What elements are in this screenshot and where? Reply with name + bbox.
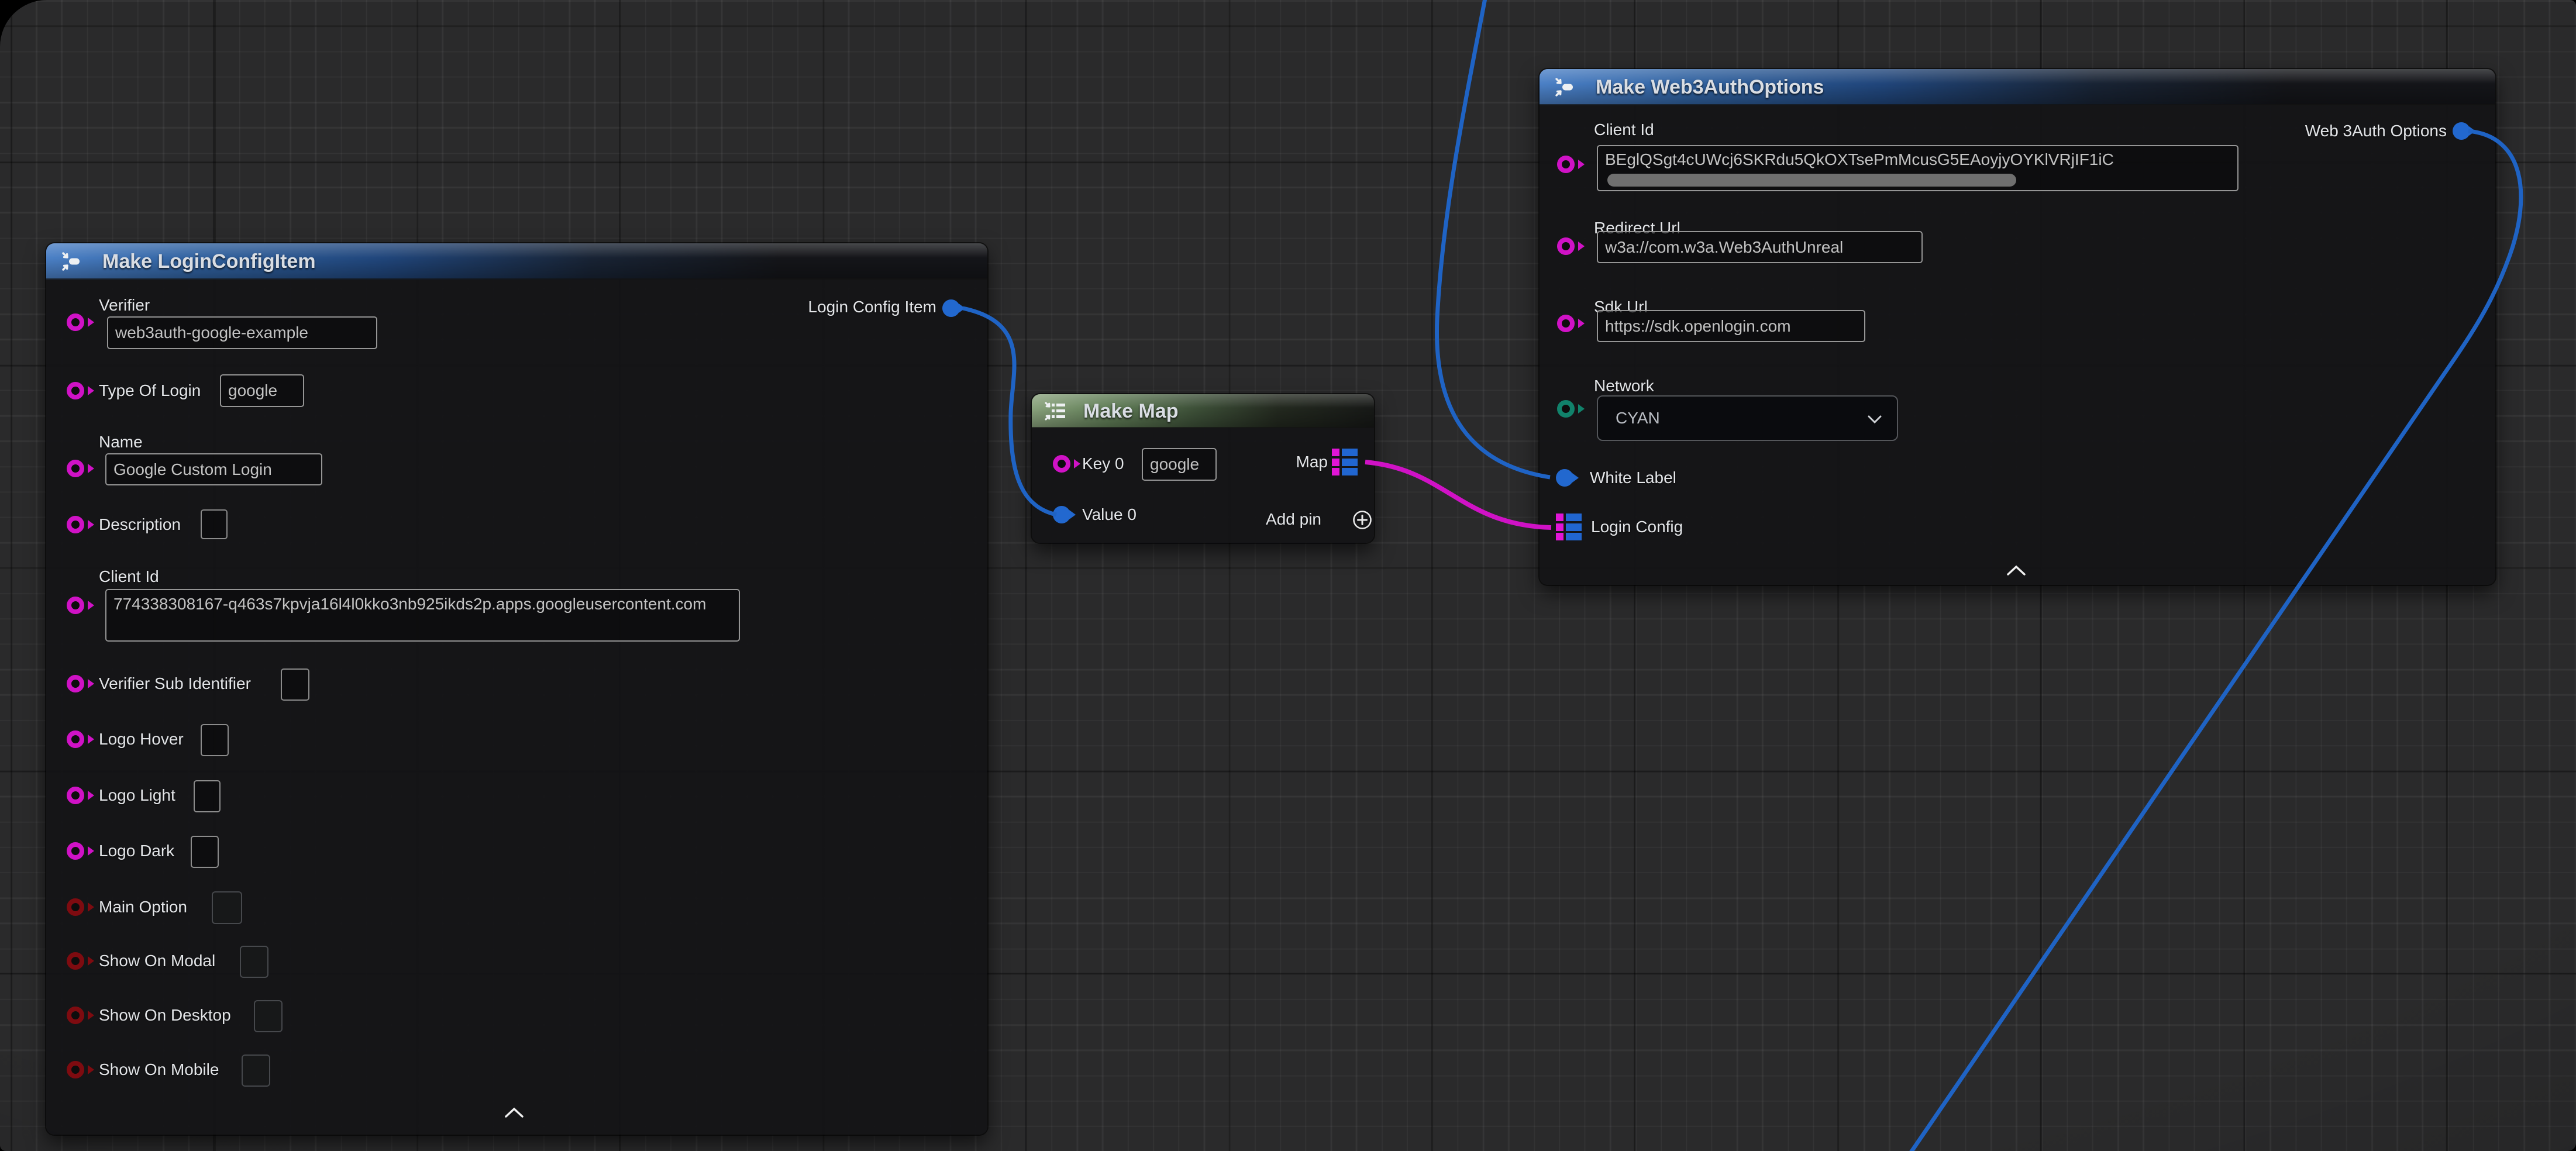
type-of-login-input[interactable]: google (220, 374, 304, 407)
type-of-login-value: google (228, 381, 277, 400)
client-id-value: BEglQSgt4cUWcj6SKRdu5QkOXTsePmMcusG5EAoy… (1605, 146, 2114, 173)
pin-label-main-option: Main Option (99, 897, 187, 917)
pin-logo-dark[interactable] (67, 842, 84, 860)
node-make-login-config-item: Make LoginConfigItem Login Config Item V… (46, 243, 987, 1135)
node-header[interactable]: Make Web3AuthOptions (1540, 69, 2495, 105)
pin-label-client-id: Client Id (1594, 120, 1654, 140)
node-title: Make Map (1083, 400, 1179, 423)
name-input[interactable]: Google Custom Login (105, 453, 322, 485)
node-header[interactable]: Make Map (1032, 394, 1374, 428)
blueprint-editor: Make LoginConfigItem Login Config Item V… (0, 0, 2576, 1151)
logo-dark-input[interactable] (191, 836, 219, 868)
node-header[interactable]: Make LoginConfigItem (46, 243, 987, 280)
pin-show-on-modal[interactable] (67, 952, 84, 970)
pin-label-logo-dark: Logo Dark (99, 841, 174, 861)
logo-hover-input[interactable] (201, 724, 229, 756)
node-make-map: Make Map Key 0 google Map Value 0 Add pi… (1032, 394, 1374, 543)
pin-white-label[interactable] (1556, 469, 1573, 487)
node-title: Make Web3AuthOptions (1596, 76, 1824, 99)
pin-label-logo-hover: Logo Hover (99, 729, 184, 749)
verifier-sub-identifier-input[interactable] (281, 668, 309, 701)
pin-client-id[interactable] (1557, 156, 1575, 173)
verifier-value: web3auth-google-example (115, 323, 308, 342)
client-id-input[interactable]: BEglQSgt4cUWcj6SKRdu5QkOXTsePmMcusG5EAoy… (1597, 145, 2238, 191)
redirect-url-input[interactable]: w3a://com.w3a.Web3AuthUnreal (1597, 231, 1923, 263)
main-option-checkbox[interactable] (212, 891, 242, 924)
add-pin-label: Add pin (1266, 509, 1321, 529)
pin-verifier-sub-identifier[interactable] (67, 675, 84, 692)
show-on-desktop-checkbox[interactable] (254, 1000, 283, 1032)
pin-label-value-0: Value 0 (1082, 505, 1137, 525)
description-input[interactable] (201, 509, 228, 539)
pin-label-type-of-login: Type Of Login (99, 381, 201, 401)
pin-logo-light[interactable] (67, 787, 84, 804)
output-pin-map[interactable] (1332, 449, 1358, 475)
pin-name[interactable] (67, 460, 84, 477)
node-title: Make LoginConfigItem (102, 250, 316, 273)
logo-light-input[interactable] (194, 780, 221, 812)
output-pin-label-map: Map (1296, 452, 1328, 472)
pin-label-name: Name (99, 432, 143, 452)
output-pin-login-config-item[interactable] (942, 299, 960, 317)
pin-redirect-url[interactable] (1557, 237, 1575, 255)
pin-label-login-config: Login Config (1591, 517, 1683, 537)
output-pin-label: Web 3Auth Options (2305, 121, 2447, 141)
chevron-down-icon (1868, 409, 1882, 428)
key-0-input[interactable]: google (1142, 448, 1217, 481)
pin-label-network: Network (1594, 376, 1654, 396)
pin-verifier[interactable] (67, 313, 84, 331)
client-id-value: 774338308167-q463s7kpvja16l4l0kko3nb925i… (113, 595, 706, 613)
pin-network[interactable] (1557, 400, 1575, 418)
pin-label-client-id: Client Id (99, 567, 159, 587)
key-0-value: google (1150, 455, 1199, 474)
pin-label-white-label: White Label (1590, 468, 1676, 488)
pin-value-0[interactable] (1053, 506, 1070, 523)
pin-show-on-mobile[interactable] (67, 1061, 84, 1078)
make-map-icon (1042, 399, 1067, 426)
collapse-chevron-icon[interactable] (2006, 565, 2026, 578)
pin-description[interactable] (67, 516, 84, 533)
client-id-scrollbar[interactable] (1607, 174, 2016, 187)
sdk-url-input[interactable]: https://sdk.openlogin.com (1597, 310, 1865, 342)
pin-show-on-desktop[interactable] (67, 1007, 84, 1024)
node-make-web3auth-options: Make Web3AuthOptions Web 3Auth Options C… (1540, 69, 2495, 585)
pin-main-option[interactable] (67, 898, 84, 916)
pin-type-of-login[interactable] (67, 382, 84, 399)
add-pin-button[interactable] (1351, 509, 1373, 534)
redirect-url-value: w3a://com.w3a.Web3AuthUnreal (1605, 238, 1843, 257)
pin-label-key-0: Key 0 (1082, 454, 1124, 474)
pin-label-description: Description (99, 515, 181, 535)
show-on-modal-checkbox[interactable] (240, 946, 268, 978)
pin-label-verifier-sub-identifier: Verifier Sub Identifier (99, 674, 251, 694)
make-struct-icon (1552, 75, 1576, 102)
show-on-mobile-checkbox[interactable] (242, 1054, 270, 1087)
pin-label-show-on-desktop: Show On Desktop (99, 1005, 231, 1025)
client-id-input[interactable]: 774338308167-q463s7kpvja16l4l0kko3nb925i… (105, 589, 740, 642)
pin-label-verifier: Verifier (99, 295, 150, 315)
network-dropdown[interactable]: CYAN (1597, 395, 1898, 441)
pin-key-0[interactable] (1053, 455, 1070, 473)
pin-label-show-on-modal: Show On Modal (99, 951, 215, 971)
verifier-input[interactable]: web3auth-google-example (107, 316, 377, 349)
name-value: Google Custom Login (113, 460, 272, 479)
output-pin-web3auth-options[interactable] (2453, 122, 2470, 140)
pin-sdk-url[interactable] (1557, 315, 1575, 332)
output-pin-label: Login Config Item (808, 297, 936, 317)
sdk-url-value: https://sdk.openlogin.com (1605, 317, 1791, 336)
network-selected-value: CYAN (1616, 409, 1868, 428)
pin-login-config[interactable] (1556, 514, 1582, 540)
collapse-chevron-icon[interactable] (504, 1107, 524, 1121)
make-struct-icon (59, 250, 82, 276)
pin-client-id[interactable] (67, 597, 84, 614)
pin-label-logo-light: Logo Light (99, 785, 175, 805)
pin-label-show-on-mobile: Show On Mobile (99, 1060, 219, 1080)
pin-logo-hover[interactable] (67, 730, 84, 748)
